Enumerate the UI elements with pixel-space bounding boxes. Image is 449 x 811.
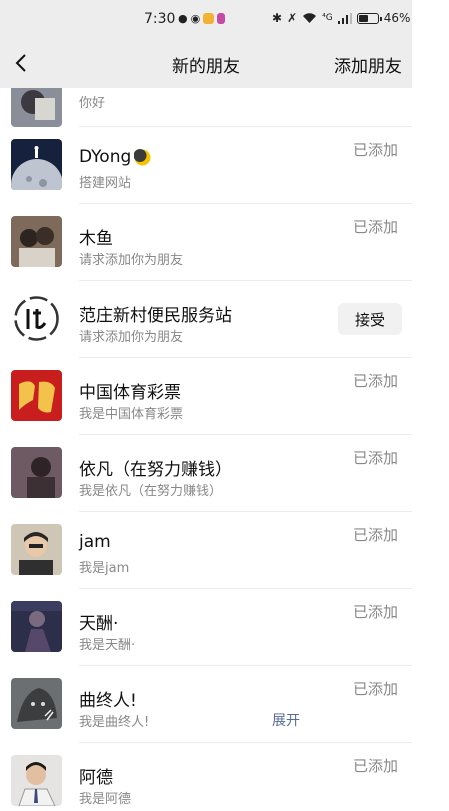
request-message: 搭建网站: [79, 176, 132, 191]
list-item[interactable]: DYong 搭建网站 已添加: [0, 127, 412, 204]
added-status: 已添加: [352, 449, 398, 467]
wifi-icon: [303, 13, 317, 23]
request-message: 你好: [79, 96, 106, 111]
added-status: 已添加: [352, 372, 398, 390]
bluetooth-icon: ✱: [272, 11, 283, 25]
battery-percent: 46%: [383, 11, 411, 25]
avatar: [11, 139, 62, 190]
friend-name: 木鱼: [79, 229, 113, 249]
avatar: [11, 216, 62, 267]
battery-icon: [356, 12, 382, 24]
status-bar: 7:30 ● ◉ ✱ ✗ ⁴G 46%: [0, 0, 412, 38]
friend-name: DYong: [79, 147, 132, 167]
avatar: [11, 447, 62, 498]
friend-name: 阿德: [79, 768, 113, 788]
request-message: 我是曲终人!: [79, 715, 150, 730]
added-status: 已添加: [352, 526, 398, 544]
request-message: 我是jam: [79, 561, 130, 576]
moon-icon: [134, 148, 151, 165]
mute-icon: ✗: [287, 11, 298, 25]
signal-icon: [337, 12, 352, 24]
friend-name: jam: [79, 532, 111, 552]
nav-bar: 新的朋友 添加朋友: [0, 38, 412, 88]
added-status: 已添加: [352, 680, 398, 698]
bell-notification-icon: ◉: [190, 12, 201, 25]
phone-screen: 7:30 ● ◉ ✱ ✗ ⁴G 46% 新的朋友 添加朋友 你好 DYong 搭…: [0, 0, 412, 811]
avatar: [11, 678, 62, 729]
list-item[interactable]: 天酬· 我是天酬· 已添加: [0, 589, 412, 666]
added-status: 已添加: [352, 757, 398, 775]
avatar: [11, 293, 62, 344]
avatar: [11, 370, 62, 421]
list-item[interactable]: 中国体育彩票 我是中国体育彩票 已添加: [0, 358, 412, 435]
friend-request-list: 你好 DYong 搭建网站 已添加 木鱼 请求添加你为朋友 已添加 范庄新村便民…: [0, 88, 412, 811]
app-notification-icon: [203, 13, 215, 24]
friend-name: 天酬·: [79, 614, 119, 634]
list-item[interactable]: 木鱼 请求添加你为朋友 已添加: [0, 204, 412, 281]
friend-name: 曲终人!: [79, 691, 137, 711]
friend-name: 范庄新村便民服务站: [79, 306, 232, 326]
request-message: 我是依凡（在努力赚钱）: [79, 484, 223, 499]
added-status: 已添加: [352, 218, 398, 236]
app-notification-icon: [217, 13, 226, 24]
expand-link[interactable]: 展开: [272, 710, 300, 730]
list-item[interactable]: 范庄新村便民服务站 请求添加你为朋友 接受: [0, 281, 412, 358]
notification-icons: ● ◉: [178, 12, 226, 25]
avatar: [11, 88, 62, 127]
network-type: ⁴G: [322, 13, 333, 23]
status-indicators: ✱ ✗ ⁴G 46%: [272, 11, 410, 25]
avatar: [11, 601, 62, 652]
request-message: 我是天酬·: [79, 638, 136, 653]
request-message: 请求添加你为朋友: [79, 330, 184, 345]
list-item[interactable]: 你好: [0, 88, 412, 127]
request-message: 我是中国体育彩票: [79, 407, 184, 422]
request-message: 我是阿德: [79, 792, 132, 807]
request-message: 请求添加你为朋友: [79, 253, 184, 268]
added-status: 已添加: [352, 603, 398, 621]
list-item[interactable]: 依凡（在努力赚钱） 我是依凡（在努力赚钱） 已添加: [0, 435, 412, 512]
avatar: [11, 524, 62, 575]
status-time: 7:30: [144, 11, 176, 27]
friend-name: 依凡（在努力赚钱）: [79, 460, 232, 480]
list-item[interactable]: 阿德 我是阿德 已添加: [0, 743, 412, 811]
chat-notification-icon: ●: [178, 12, 188, 25]
add-friend-button[interactable]: 添加朋友: [334, 52, 402, 77]
list-item[interactable]: 曲终人! 我是曲终人! 展开 已添加: [0, 666, 412, 743]
added-status: 已添加: [352, 141, 398, 159]
friend-name: 中国体育彩票: [79, 383, 181, 403]
avatar: [11, 755, 62, 806]
list-item[interactable]: jam 我是jam 已添加: [0, 512, 412, 589]
accept-button[interactable]: 接受: [338, 303, 402, 335]
